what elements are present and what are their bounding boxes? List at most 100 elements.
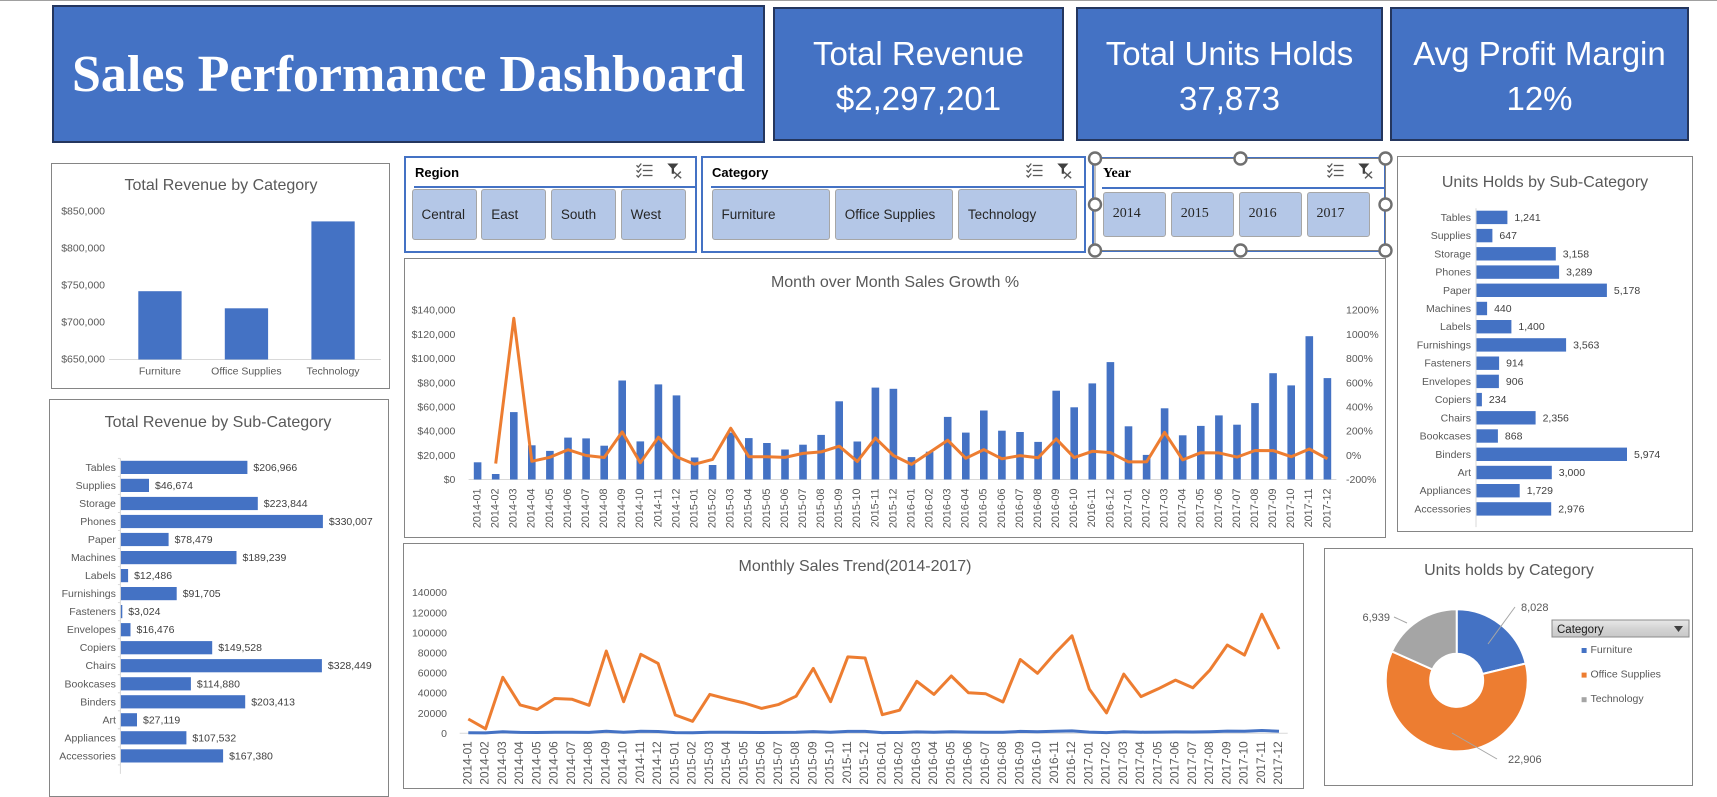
svg-text:Category: Category [1557, 624, 1604, 636]
svg-text:2017-11: 2017-11 [1254, 741, 1268, 783]
svg-text:2015-12: 2015-12 [887, 489, 899, 529]
svg-text:2015-09: 2015-09 [833, 489, 845, 529]
svg-text:$800,000: $800,000 [61, 242, 105, 254]
svg-text:2015-10: 2015-10 [851, 489, 863, 529]
svg-text:2,356: 2,356 [1543, 412, 1569, 424]
svg-text:200%: 200% [1346, 426, 1373, 438]
svg-text:914: 914 [1506, 358, 1524, 370]
svg-text:2015-01: 2015-01 [667, 741, 681, 784]
svg-text:2016-05: 2016-05 [943, 741, 957, 785]
svg-text:2017-06: 2017-06 [1168, 741, 1182, 785]
svg-text:2017-02: 2017-02 [1099, 741, 1113, 784]
svg-text:600%: 600% [1346, 377, 1373, 389]
svg-text:120000: 120000 [412, 607, 447, 619]
svg-text:$60,000: $60,000 [417, 402, 455, 414]
svg-text:2016-08: 2016-08 [995, 741, 1009, 785]
svg-text:234: 234 [1489, 394, 1507, 406]
svg-text:2017-03: 2017-03 [1116, 741, 1130, 785]
svg-text:2014-04: 2014-04 [512, 741, 526, 785]
svg-text:40000: 40000 [418, 688, 447, 700]
svg-text:2016-04: 2016-04 [960, 489, 972, 529]
svg-text:Tables: Tables [86, 462, 116, 474]
svg-text:$46,674: $46,674 [155, 480, 193, 492]
svg-text:400%: 400% [1346, 402, 1373, 414]
svg-text:2017-08: 2017-08 [1202, 741, 1216, 785]
svg-text:2015-11: 2015-11 [840, 741, 854, 783]
svg-text:800%: 800% [1346, 353, 1373, 365]
svg-text:$107,532: $107,532 [192, 732, 236, 744]
svg-text:$114,880: $114,880 [197, 678, 240, 690]
svg-text:Accessories: Accessories [59, 750, 116, 762]
svg-text:Technology: Technology [306, 366, 360, 378]
svg-text:$167,380: $167,380 [229, 750, 273, 762]
svg-text:2016-02: 2016-02 [892, 741, 906, 784]
svg-text:Art: Art [1458, 467, 1472, 479]
svg-text:Copiers: Copiers [80, 642, 116, 654]
svg-text:2014-02: 2014-02 [490, 489, 502, 529]
svg-text:Total Revenue by Sub-Category: Total Revenue by Sub-Category [105, 414, 332, 431]
svg-text:2015-05: 2015-05 [761, 489, 773, 529]
svg-text:0: 0 [441, 728, 447, 740]
svg-text:2016-12: 2016-12 [1064, 741, 1078, 784]
svg-text:$650,000: $650,000 [61, 354, 105, 366]
svg-text:2017-07: 2017-07 [1185, 741, 1199, 784]
svg-text:Machines: Machines [1426, 303, 1471, 315]
svg-text:Binders: Binders [80, 696, 116, 708]
svg-text:20000: 20000 [418, 708, 447, 720]
svg-text:Furniture: Furniture [139, 366, 181, 378]
svg-text:2015-03: 2015-03 [702, 741, 716, 785]
svg-text:2015-09: 2015-09 [805, 741, 819, 784]
svg-text:$3,024: $3,024 [128, 606, 160, 618]
svg-text:2015-03: 2015-03 [725, 489, 737, 529]
svg-text:2015-10: 2015-10 [823, 741, 837, 785]
svg-text:2016-11: 2016-11 [1047, 741, 1061, 783]
svg-text:2015-11: 2015-11 [869, 489, 881, 528]
svg-text:2017-04: 2017-04 [1133, 741, 1147, 785]
svg-text:8,028: 8,028 [1521, 602, 1549, 614]
svg-text:$203,413: $203,413 [251, 696, 295, 708]
svg-text:Monthly Sales Trend(2014-2017): Monthly Sales Trend(2014-2017) [738, 558, 971, 575]
svg-text:Paper: Paper [88, 534, 117, 546]
svg-text:2017-03: 2017-03 [1158, 489, 1170, 529]
svg-text:2015-05: 2015-05 [736, 741, 750, 785]
svg-text:Total Revenue by Category: Total Revenue by Category [125, 177, 318, 194]
svg-text:5,178: 5,178 [1614, 285, 1640, 297]
svg-text:Labels: Labels [85, 570, 116, 582]
svg-text:1,400: 1,400 [1518, 321, 1544, 333]
svg-text:Bookcases: Bookcases [65, 678, 116, 690]
svg-text:Technology: Technology [1591, 693, 1645, 705]
svg-text:2014-09: 2014-09 [598, 741, 612, 784]
svg-text:Furnishings: Furnishings [1417, 339, 1471, 351]
svg-text:Appliances: Appliances [1420, 485, 1471, 497]
svg-text:2017-05: 2017-05 [1195, 489, 1207, 529]
svg-text:2014-06: 2014-06 [562, 489, 574, 529]
svg-text:2016-10: 2016-10 [1030, 741, 1044, 785]
svg-text:Appliances: Appliances [65, 732, 116, 744]
svg-text:Envelopes: Envelopes [67, 624, 116, 636]
svg-text:2014-12: 2014-12 [650, 741, 664, 784]
svg-text:$206,966: $206,966 [253, 462, 297, 474]
svg-text:3,158: 3,158 [1563, 248, 1589, 260]
svg-text:140000: 140000 [412, 587, 447, 599]
svg-text:$140,000: $140,000 [412, 305, 456, 317]
svg-text:2017-11: 2017-11 [1303, 489, 1315, 528]
svg-text:2016-03: 2016-03 [942, 489, 954, 529]
svg-text:2017-10: 2017-10 [1285, 489, 1297, 529]
svg-text:$0: $0 [444, 474, 456, 486]
svg-text:2015-07: 2015-07 [771, 741, 785, 784]
svg-text:1,729: 1,729 [1527, 485, 1553, 497]
svg-text:$78,479: $78,479 [175, 534, 213, 546]
svg-text:0%: 0% [1346, 450, 1361, 462]
svg-text:2014-09: 2014-09 [616, 489, 628, 529]
svg-text:$850,000: $850,000 [61, 205, 105, 217]
svg-text:Storage: Storage [1434, 248, 1471, 260]
svg-text:2016-12: 2016-12 [1104, 489, 1116, 529]
svg-text:Bookcases: Bookcases [1420, 431, 1471, 443]
svg-text:Supplies: Supplies [1431, 230, 1471, 242]
svg-text:5,974: 5,974 [1634, 449, 1660, 461]
svg-text:2014-12: 2014-12 [670, 489, 682, 529]
svg-text:440: 440 [1494, 303, 1512, 315]
svg-text:2016-08: 2016-08 [1032, 489, 1044, 529]
svg-text:$120,000: $120,000 [412, 329, 456, 341]
svg-text:2017-06: 2017-06 [1213, 489, 1225, 529]
